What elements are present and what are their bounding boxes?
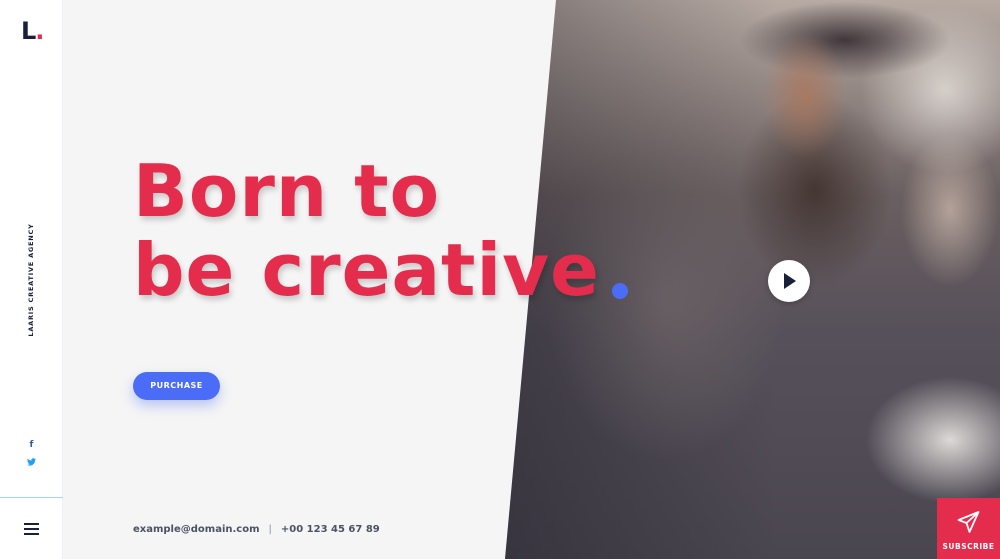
subscribe-button[interactable]: SUBSCRIBE [937,498,1000,559]
headline-line-1: Born to [133,149,441,233]
contact-separator: | [268,524,272,535]
paper-plane-icon [957,511,980,533]
subscribe-label: SUBSCRIBE [942,542,995,551]
contact-email[interactable]: example@domain.com [133,524,260,535]
agency-name: LAARIS CREATIVE AGENCY [27,223,35,337]
headline-accent-dot [612,283,628,299]
contact-phone[interactable]: +00 123 45 67 89 [281,524,380,535]
logo[interactable]: L. [21,17,44,45]
hamburger-menu-icon[interactable] [24,523,39,535]
play-button[interactable] [768,260,810,302]
logo-dot: . [35,17,44,45]
facebook-icon[interactable]: f [0,440,63,450]
sidebar: L. LAARIS CREATIVE AGENCY f [0,0,63,559]
logo-letter: L [21,17,36,45]
headline-line-2: be creative [133,228,600,312]
twitter-icon[interactable] [0,458,63,469]
purchase-button[interactable]: PURCHASE [133,372,220,400]
sidebar-divider [0,497,63,498]
contact-info: example@domain.com | +00 123 45 67 89 [133,524,380,535]
hero-headline: Born to be creative [133,152,600,310]
twitter-bird-icon [27,458,36,466]
play-icon [784,273,796,289]
